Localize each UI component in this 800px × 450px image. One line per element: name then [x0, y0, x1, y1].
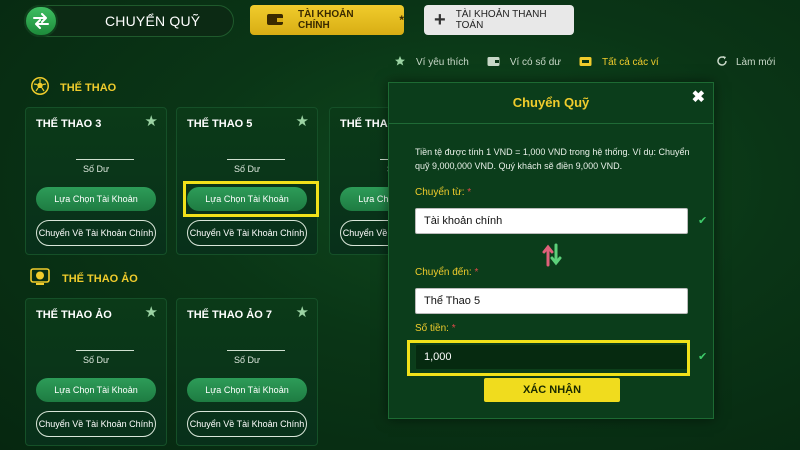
filter-wallets-with-balance[interactable]: Ví có số dư: [487, 56, 561, 70]
soccer-ball-icon: [30, 76, 50, 99]
select-account-button[interactable]: Lựa Chọn Tài Khoản: [187, 378, 307, 402]
balance-label: Số Dư: [233, 355, 261, 365]
to-label: Chuyển đến: *: [415, 267, 478, 278]
refresh-icon: [716, 55, 728, 70]
balance-divider: [76, 159, 134, 160]
modal-divider: [389, 123, 713, 124]
transfer-to-main-button[interactable]: Chuyển Về Tài Khoản Chính: [36, 220, 156, 246]
balance-divider: [227, 350, 285, 351]
wallet-card: THỂ THAO ẢO ★ Số Dư Lựa Chọn Tài Khoản C…: [25, 298, 167, 446]
filter-all-wallets[interactable]: Tất cả các ví: [579, 56, 659, 70]
section-heading-virtual-sports: THỂ THAO ẢO: [30, 267, 138, 290]
wallet-all-icon: [579, 56, 592, 70]
from-label: Chuyển từ: *: [415, 187, 471, 198]
close-icon[interactable]: ✖: [692, 87, 705, 107]
favorite-star-icon[interactable]: ★: [296, 112, 309, 130]
required-mark: *: [474, 267, 479, 278]
confirm-button[interactable]: XÁC NHẬN: [484, 378, 620, 402]
wallet-card: THỂ THAO ẢO 7 ★ Số Dư Lựa Chọn Tài Khoản…: [176, 298, 318, 446]
balance-label: Số Dư: [82, 164, 110, 174]
page-title: CHUYỂN QUỸ: [105, 13, 201, 29]
transfer-to-main-button[interactable]: Chuyển Về Tài Khoản Chính: [187, 220, 307, 246]
to-label-text: Chuyển đến:: [415, 267, 472, 278]
wallet-name: THỂ THAO 3: [36, 118, 102, 130]
payment-account-button[interactable]: + TÀI KHOẢN THANH TOÁN: [424, 5, 574, 35]
section-title: THỂ THAO: [60, 81, 117, 94]
balance-divider: [76, 350, 134, 351]
wallet-icon: [487, 56, 500, 70]
plus-icon: +: [434, 8, 446, 31]
balance-divider: [227, 159, 285, 160]
section-heading-sports: THỂ THAO: [30, 76, 116, 99]
filter-label: Ví có số dư: [509, 57, 561, 68]
modal-title: Chuyển Quỹ: [512, 95, 590, 110]
check-icon: ✔: [698, 351, 708, 363]
main-account-star: *: [399, 13, 404, 27]
refresh-label: Làm mới: [736, 57, 776, 68]
main-account-label: TÀI KHOẢN CHÍNH: [298, 9, 354, 31]
wallet-name: THỂ THAO ẢO: [36, 309, 112, 321]
currency-note: Tiền tệ được tính 1 VND = 1,000 VND tron…: [415, 147, 690, 171]
main-account-button[interactable]: TÀI KHOẢN CHÍNH *: [250, 5, 404, 35]
required-mark: *: [451, 323, 456, 334]
highlight-amount-input: [407, 340, 690, 376]
filter-label: Ví yêu thích: [416, 57, 469, 68]
favorite-star-icon[interactable]: ★: [145, 303, 158, 321]
from-account-select[interactable]: Tài khoản chính: [415, 208, 688, 234]
from-label-text: Chuyển từ:: [415, 187, 465, 198]
transfer-to-main-button[interactable]: Chuyển Về Tài Khoản Chính: [187, 411, 307, 437]
star-icon: [394, 55, 406, 70]
wallet-name: THỂ THAO ẢO 7: [187, 309, 272, 321]
highlight-select-account: [183, 181, 319, 217]
check-icon: ✔: [698, 215, 708, 227]
amount-label-text: Số tiền:: [415, 323, 449, 334]
to-account-select[interactable]: Thể Thao 5: [415, 288, 688, 314]
select-account-button[interactable]: Lựa Chọn Tài Khoản: [36, 187, 156, 211]
refresh-button[interactable]: Làm mới: [716, 55, 775, 70]
required-mark: *: [467, 187, 472, 198]
balance-label: Số Dư: [82, 355, 110, 365]
favorite-star-icon[interactable]: ★: [145, 112, 158, 130]
transfer-arrows-icon[interactable]: [24, 5, 58, 37]
wallet-filters: Ví yêu thích Ví có số dư Tất cả các ví: [394, 55, 677, 70]
select-account-button[interactable]: Lựa Chọn Tài Khoản: [36, 378, 156, 402]
favorite-star-icon[interactable]: ★: [296, 303, 309, 321]
filter-favorite-wallets[interactable]: Ví yêu thích: [394, 55, 469, 70]
virtual-sports-icon: [30, 267, 52, 290]
swap-arrows-icon[interactable]: [541, 243, 563, 272]
wallet-icon: [266, 12, 284, 29]
payment-account-label: TÀI KHOẢN THANH TOÁN: [455, 9, 547, 31]
section-title: THỂ THAO ẢO: [62, 272, 138, 285]
filter-label: Tất cả các ví: [601, 57, 659, 68]
balance-label: Số Dư: [233, 164, 261, 174]
wallet-card: THỂ THAO 3 ★ Số Dư Lựa Chọn Tài Khoản Ch…: [25, 107, 167, 255]
amount-label: Số tiền: *: [415, 323, 456, 334]
wallet-name: THỂ THAO 5: [187, 118, 253, 130]
transfer-to-main-button[interactable]: Chuyển Về Tài Khoản Chính: [36, 411, 156, 437]
